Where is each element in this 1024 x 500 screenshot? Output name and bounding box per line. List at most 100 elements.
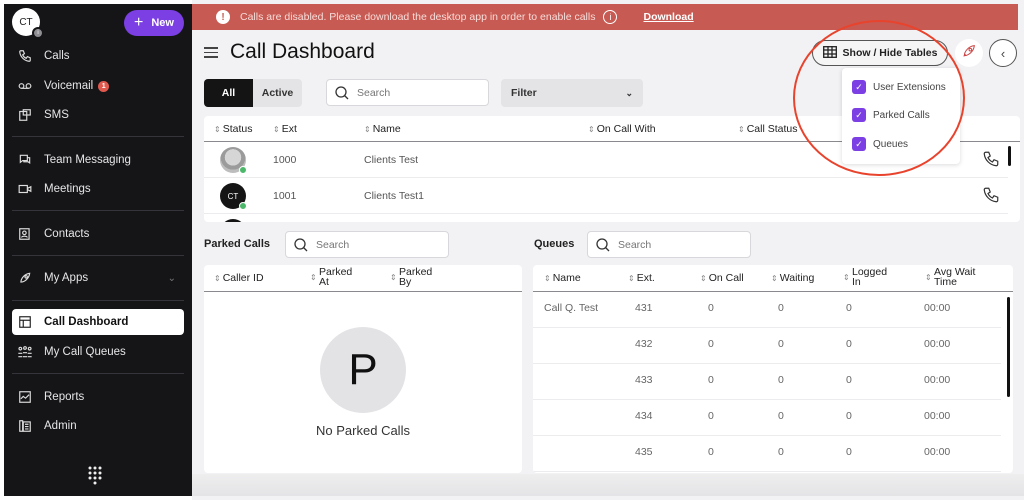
logged-in-cell: 0 (846, 338, 852, 350)
column-header-status[interactable]: ⇕ Status (214, 123, 252, 135)
table-row[interactable]: 432 0 0 0 00:00 (533, 328, 1001, 364)
sidebar-item-label: Call Dashboard (44, 316, 129, 328)
column-header-ext[interactable]: ⇕ Ext. (628, 272, 655, 284)
scrollbar[interactable] (1008, 146, 1011, 166)
waiting-cell: 0 (778, 410, 784, 422)
menu-option-queues[interactable]: ✓ Queues (852, 136, 908, 152)
reports-icon (16, 388, 34, 406)
banner-message: Calls are disabled. Please download the … (240, 11, 596, 23)
table-row[interactable] (204, 214, 1008, 222)
bottom-edge (192, 474, 1024, 496)
column-header-waiting[interactable]: ⇕ Waiting (771, 272, 814, 284)
ext-cell: 1001 (273, 190, 297, 202)
name-cell: Clients Test (364, 154, 419, 166)
sidebar-item-contacts[interactable]: Contacts (12, 221, 184, 247)
ext-cell: 1000 (273, 154, 297, 166)
parked-search[interactable] (285, 231, 449, 258)
sidebar-item-label: Meetings (44, 183, 91, 195)
extensions-search[interactable] (326, 79, 489, 106)
checkbox-checked-icon[interactable]: ✓ (852, 108, 866, 122)
tab-active[interactable]: Active (253, 79, 302, 107)
menu-option-user-extensions[interactable]: ✓ User Extensions (852, 79, 946, 95)
checkbox-checked-icon[interactable]: ✓ (852, 137, 866, 151)
queues-icon (16, 343, 34, 361)
rocket-button[interactable] (955, 39, 983, 67)
column-header-on-call-with[interactable]: ⇕ On Call With (588, 123, 656, 135)
waiting-cell: 0 (778, 374, 784, 386)
phone-icon[interactable] (982, 150, 1000, 171)
column-header-on-call[interactable]: ⇕ On Call (700, 272, 744, 284)
scrollbar[interactable] (1007, 297, 1010, 397)
column-header-avg-wait-time[interactable]: ⇕ Avg Wait Time (925, 267, 995, 288)
sidebar-item-calls[interactable]: Calls (12, 43, 184, 69)
chevron-down-icon[interactable]: ⌄ (168, 273, 176, 284)
queues-search[interactable] (587, 231, 751, 258)
sidebar-item-label: Team Messaging (44, 154, 131, 166)
sidebar-item-admin[interactable]: Admin (12, 413, 184, 439)
ext-cell: 431 (635, 302, 653, 314)
logged-in-cell: 0 (846, 302, 852, 314)
column-header-parked-by[interactable]: ⇕ Parked By (390, 267, 440, 288)
column-header-name[interactable]: ⇕ Name (364, 123, 401, 135)
table-row[interactable]: 433 0 0 0 00:00 (533, 364, 1001, 400)
table-header: ⇕ Caller ID ⇕ Parked At ⇕ Parked By (204, 265, 522, 292)
column-header-caller-id[interactable]: ⇕ Caller ID (214, 272, 264, 284)
menu-option-parked-calls[interactable]: ✓ Parked Calls (852, 107, 930, 123)
avg-wait-cell: 00:00 (924, 446, 951, 458)
show-hide-tables-button[interactable]: Show / Hide Tables (812, 40, 948, 66)
menu-icon[interactable] (204, 44, 218, 61)
waiting-cell: 0 (778, 338, 784, 350)
queues-search-input[interactable] (618, 238, 718, 251)
info-icon[interactable]: i (603, 10, 618, 24)
table-row[interactable]: 435 0 0 0 00:00 (533, 436, 1001, 472)
parked-search-input[interactable] (316, 238, 416, 251)
sidebar-item-meetings[interactable]: Meetings (12, 176, 184, 202)
option-label: Queues (873, 138, 909, 150)
sidebar: CT i + New Calls Voicemail 1 SMS Team Me… (4, 4, 192, 496)
phone-icon (16, 47, 34, 65)
sidebar-item-my-call-queues[interactable]: My Call Queues (12, 339, 184, 365)
extensions-search-input[interactable] (357, 86, 457, 99)
phone-icon[interactable] (982, 186, 1000, 207)
column-label: Name (372, 123, 401, 135)
chat-icon (16, 151, 34, 169)
user-avatar[interactable]: CT i (12, 8, 44, 39)
sidebar-item-label: My Call Queues (44, 346, 126, 358)
show-hide-tables-label: Show / Hide Tables (842, 47, 938, 59)
table-row[interactable]: 434 0 0 0 00:00 (533, 400, 1001, 436)
column-label: Name (552, 272, 581, 284)
table-row[interactable]: CT 1001 Clients Test1 (204, 178, 1008, 214)
column-label: Call Status (746, 123, 798, 135)
download-link[interactable]: Download (643, 11, 693, 23)
sidebar-item-reports[interactable]: Reports (12, 384, 184, 410)
column-header-call-status[interactable]: ⇕ Call Status (738, 123, 797, 135)
sidebar-item-voicemail[interactable]: Voicemail 1 (12, 73, 184, 99)
search-icon (294, 237, 308, 252)
table-row[interactable]: Call Q. Test 431 0 0 0 00:00 (533, 292, 1001, 328)
avg-wait-cell: 00:00 (924, 374, 951, 386)
rocket-icon (961, 43, 977, 64)
parked-calls-table: ⇕ Caller ID ⇕ Parked At ⇕ Parked By P No Pa… (204, 265, 522, 473)
sidebar-item-team-messaging[interactable]: Team Messaging (12, 147, 184, 173)
column-label: On Call (708, 272, 744, 284)
new-button[interactable]: + New (124, 10, 184, 36)
column-header-ext[interactable]: ⇕ Ext (273, 123, 297, 135)
video-icon (16, 180, 34, 198)
sidebar-item-call-dashboard[interactable]: Call Dashboard (12, 309, 184, 335)
column-header-logged-in[interactable]: ⇕ Logged In (843, 267, 893, 288)
sidebar-item-sms[interactable]: SMS (12, 102, 184, 128)
dialpad-icon[interactable] (88, 466, 102, 491)
sidebar-item-my-apps[interactable]: My Apps ⌄ (12, 265, 184, 291)
tab-all[interactable]: All (204, 79, 253, 107)
column-label: Ext (281, 123, 297, 135)
collapse-panel-button[interactable]: ‹ (989, 39, 1017, 67)
sidebar-item-label: Calls (44, 50, 70, 62)
filter-dropdown[interactable]: Filter ⌄ (501, 79, 643, 107)
checkbox-checked-icon[interactable]: ✓ (852, 80, 866, 94)
avg-wait-cell: 00:00 (924, 410, 951, 422)
column-header-name[interactable]: ⇕ Name (544, 272, 581, 284)
voicemail-count-badge: 1 (98, 80, 110, 92)
avatar (220, 219, 246, 222)
column-header-parked-at[interactable]: ⇕ Parked At (310, 267, 360, 288)
ext-cell: 435 (635, 446, 653, 458)
